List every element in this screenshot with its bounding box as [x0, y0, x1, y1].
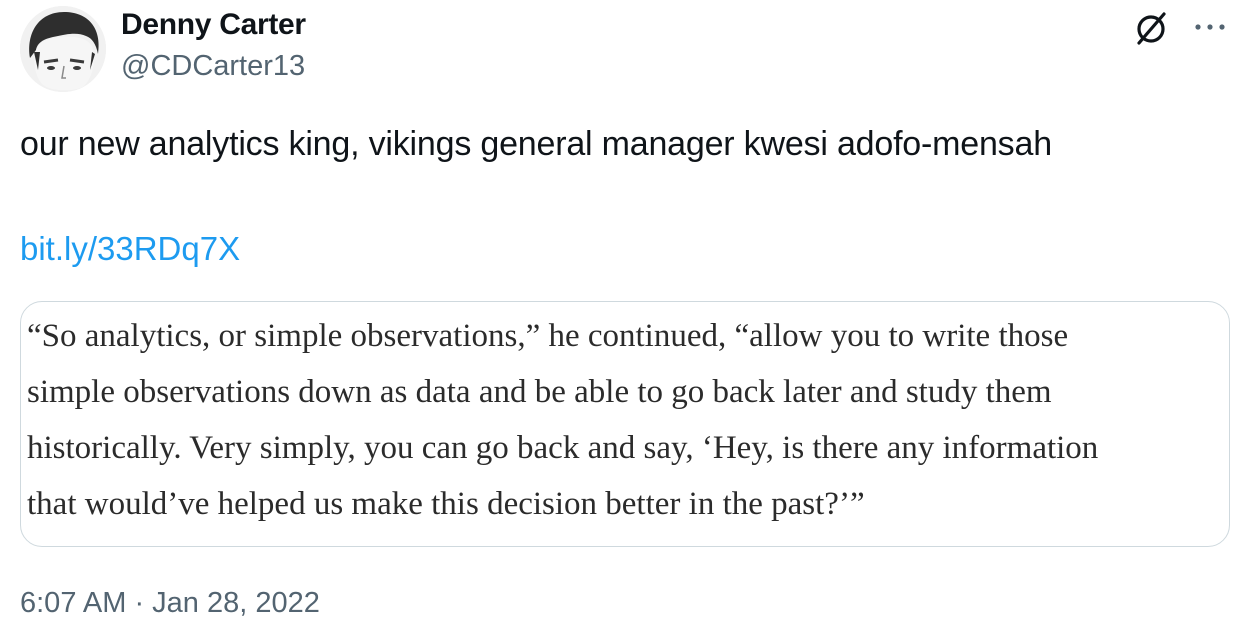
avatar[interactable] [20, 6, 106, 92]
avatar-illustration [20, 6, 106, 92]
x-slash-icon[interactable] [1133, 10, 1169, 46]
quote-line: historically. Very simply, you can go ba… [27, 430, 1099, 466]
tweet-timestamp[interactable]: 6:07 AM · Jan 28, 2022 [20, 587, 320, 620]
quote-line: “So analytics, or simple observations,” … [27, 318, 1069, 354]
author-handle[interactable]: @CDCarter13 [121, 50, 305, 83]
quote-line: simple observations down as data and be … [27, 374, 1052, 410]
tweet-text: our new analytics king, vikings general … [20, 125, 1052, 163]
more-horizontal-icon[interactable] [1193, 15, 1227, 39]
quote-text: “So analytics, or simple observations,” … [27, 308, 1229, 532]
quote-image-card[interactable]: “So analytics, or simple observations,” … [20, 301, 1230, 547]
author-name[interactable]: Denny Carter [121, 8, 306, 42]
quote-line: that would’ve helped us make this decisi… [27, 486, 865, 522]
tweet-link[interactable]: bit.ly/33RDq7X [20, 230, 240, 268]
